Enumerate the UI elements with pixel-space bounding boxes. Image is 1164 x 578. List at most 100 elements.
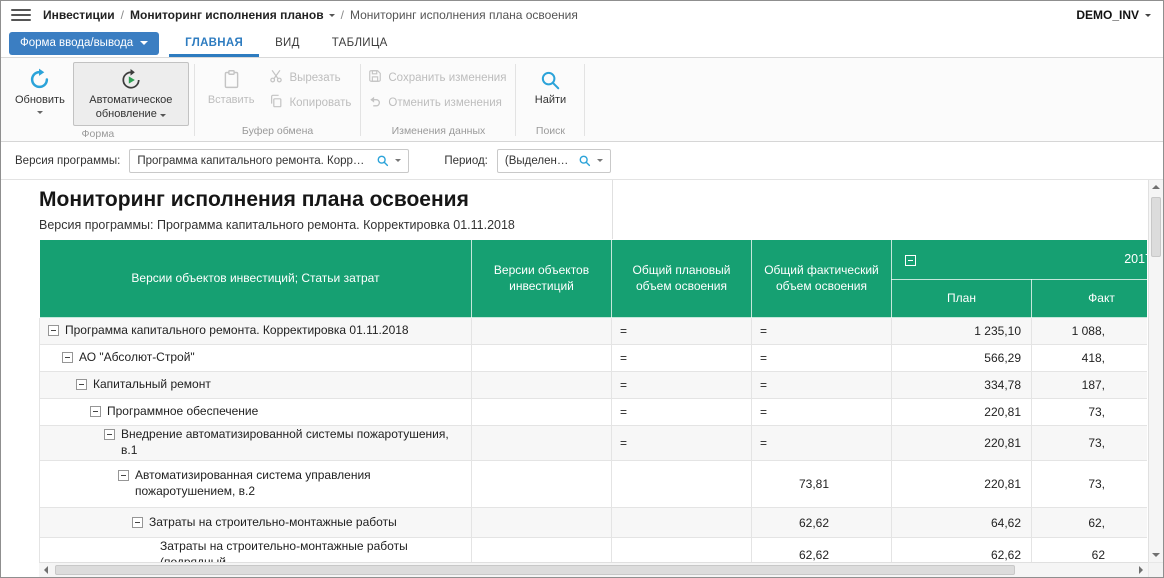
auto-refresh-button[interactable]: Автоматическое обновление [73,62,189,126]
cell-plan-2017[interactable]: 220,81 [892,399,1032,426]
cell-object-version[interactable] [472,345,612,372]
cell-fact-total[interactable]: 62,62 [752,508,892,538]
cell-plan-total[interactable] [612,508,752,538]
col-header-fact-2017[interactable]: Факт [1032,280,1148,318]
horizontal-scrollbar-track[interactable] [53,563,1134,577]
cell-plan-2017[interactable]: 1 235,10 [892,318,1032,345]
breadcrumb-separator: / [341,8,344,22]
tree-collapse-icon[interactable] [104,429,115,440]
cell-plan-2017[interactable]: 64,62 [892,508,1032,538]
cell-fact-2017[interactable]: 418, [1032,345,1148,372]
cell-object-version[interactable] [472,372,612,399]
table-row: Автоматизированная система управления по… [40,461,1148,508]
cell-fact-total[interactable]: 73,81 [752,461,892,508]
row-name-cell[interactable]: Затраты на строительно-монтажные работы … [40,538,472,563]
cell-object-version[interactable] [472,508,612,538]
tree-collapse-icon[interactable] [76,379,87,390]
save-changes-button[interactable]: Сохранить изменения [368,69,506,86]
horizontal-scrollbar[interactable] [39,562,1148,577]
row-name-cell[interactable]: Затраты на строительно-монтажные работы [40,508,472,538]
cell-plan-total[interactable]: = [612,345,752,372]
cell-object-version[interactable] [472,538,612,563]
tab-table[interactable]: ТАБЛИЦА [316,29,404,57]
tree-collapse-icon[interactable] [132,517,143,528]
copy-button[interactable]: Копировать [269,94,351,111]
cell-fact-total[interactable]: = [752,426,892,461]
scroll-up-arrow[interactable] [1149,180,1163,194]
period-select[interactable]: (Выделено ... [497,149,611,173]
row-name-cell[interactable]: Внедрение автоматизированной системы пож… [40,426,472,461]
row-name-cell[interactable]: Программа капитального ремонта. Корректи… [40,318,472,345]
user-menu[interactable]: DEMO_INV [1076,8,1151,22]
menu-button[interactable] [11,7,31,23]
tree-collapse-icon[interactable] [905,255,916,266]
breadcrumb-monitoring-plans[interactable]: Мониторинг исполнения планов [130,8,335,22]
cell-fact-total[interactable]: = [752,399,892,426]
cell-plan-total[interactable] [612,461,752,508]
tree-collapse-icon[interactable] [118,470,129,481]
period-label: Период: [444,155,488,167]
cell-plan-total[interactable]: = [612,426,752,461]
row-name-cell[interactable]: АО "Абсолют-Строй" [40,345,472,372]
cell-fact-total[interactable]: = [752,372,892,399]
breadcrumb-investments[interactable]: Инвестиции [43,8,115,22]
cell-object-version[interactable] [472,318,612,345]
cell-plan-2017[interactable]: 62,62 [892,538,1032,563]
col-header-fact-total[interactable]: Общий фактический объем освоения [752,240,892,318]
vertical-scrollbar-track[interactable] [1149,194,1163,548]
tree-collapse-icon[interactable] [62,352,73,363]
vertical-scrollbar-thumb[interactable] [1151,197,1161,257]
scroll-left-arrow[interactable] [39,563,53,577]
cell-plan-2017[interactable]: 220,81 [892,426,1032,461]
scroll-right-arrow[interactable] [1134,563,1148,577]
cell-object-version[interactable] [472,426,612,461]
col-header-plan-total[interactable]: Общий плановый объем освоения [612,240,752,318]
refresh-button[interactable]: Обновить [7,62,73,118]
report-area: Мониторинг исполнения плана освоения Вер… [1,180,1163,577]
tab-view[interactable]: ВИД [259,29,316,57]
cell-plan-total[interactable]: = [612,318,752,345]
tab-main[interactable]: ГЛАВНАЯ [169,29,259,57]
horizontal-scrollbar-thumb[interactable] [55,565,1015,575]
cell-fact-2017[interactable]: 73, [1032,461,1148,508]
cell-plan-2017[interactable]: 334,78 [892,372,1032,399]
undo-changes-button[interactable]: Отменить изменения [368,94,506,111]
cell-object-version[interactable] [472,399,612,426]
program-version-select[interactable]: Программа капитального ремонта. Корректи… [129,149,409,173]
cell-fact-2017[interactable]: 73, [1032,399,1148,426]
cell-fact-2017[interactable]: 62, [1032,508,1148,538]
vertical-scrollbar[interactable] [1148,180,1163,562]
ribbon-group-data-changes: Сохранить изменения Отменить изменения И… [366,59,510,141]
cell-plan-total[interactable]: = [612,372,752,399]
col-header-object-versions[interactable]: Версии объектов инвестиций [472,240,612,318]
find-button[interactable]: Найти [521,62,579,112]
cell-fact-2017[interactable]: 73, [1032,426,1148,461]
col-header-plan-2017[interactable]: План [892,280,1032,318]
row-name-cell[interactable]: Автоматизированная система управления по… [40,461,472,508]
cell-object-version[interactable] [472,461,612,508]
row-name-cell[interactable]: Программное обеспечение [40,399,472,426]
scroll-down-arrow[interactable] [1149,548,1163,562]
cut-icon [269,69,283,86]
cell-fact-2017[interactable]: 62 [1032,538,1148,563]
form-io-button[interactable]: Форма ввода/вывода [9,32,159,55]
cell-plan-2017[interactable]: 220,81 [892,461,1032,508]
cut-button[interactable]: Вырезать [269,69,351,86]
cell-fact-total[interactable]: = [752,345,892,372]
cell-plan-total[interactable]: = [612,399,752,426]
row-name-cell[interactable]: Капитальный ремонт [40,372,472,399]
col-header-rows-dimension[interactable]: Версии объектов инвестиций; Статьи затра… [40,240,472,318]
cell-fact-2017[interactable]: 1 088, [1032,318,1148,345]
tree-collapse-icon[interactable] [48,325,59,336]
cell-plan-2017[interactable]: 566,29 [892,345,1032,372]
cell-plan-total[interactable] [612,538,752,563]
cell-fact-total[interactable]: = [752,318,892,345]
paste-button[interactable]: Вставить [200,62,263,112]
col-header-year-2017[interactable]: 2017 [892,240,1148,280]
tree-collapse-icon[interactable] [90,406,101,417]
auto-refresh-icon [120,67,142,92]
breadcrumb-current-page[interactable]: Мониторинг исполнения плана освоения [350,8,578,22]
search-icon [578,154,591,167]
cell-fact-2017[interactable]: 187, [1032,372,1148,399]
cell-fact-total[interactable]: 62,62 [752,538,892,563]
